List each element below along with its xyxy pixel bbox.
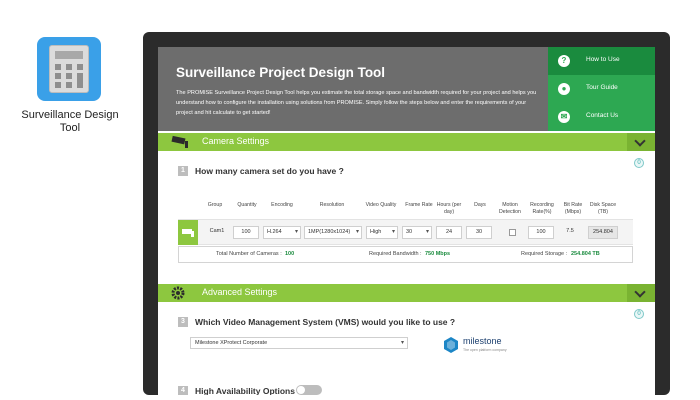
cctv-camera-icon — [171, 135, 188, 148]
camera-settings-bar[interactable]: Camera Settings — [158, 133, 655, 151]
table-row: Cam1 100 H.264 1MP(1280x1024) High 30 24… — [178, 219, 633, 245]
page-title: Surveillance Project Design Tool — [176, 65, 386, 80]
col-header: Group — [207, 202, 223, 208]
days-field[interactable]: 30 — [466, 226, 492, 239]
logo-name: milestone — [463, 336, 502, 346]
nav-contact-us[interactable]: ✉ Contact Us — [548, 103, 655, 131]
storage-label: Required Storage : — [521, 251, 568, 257]
col-header: Days — [474, 202, 486, 208]
chevron-down-icon[interactable] — [627, 284, 655, 302]
motion-detection-checkbox[interactable] — [509, 229, 516, 236]
col-header: Encoding — [271, 202, 293, 208]
hours-field[interactable]: 24 — [436, 226, 462, 239]
app-screen: Surveillance Project Design Tool The PRO… — [158, 47, 655, 395]
camera-settings-title: Camera Settings — [202, 136, 270, 146]
bit-rate-value: 7.5 — [566, 228, 574, 234]
nav-label: Contact Us — [586, 112, 619, 119]
total-cameras-label: Total Number of Cameras : — [216, 251, 282, 257]
monitor-frame: Surveillance Project Design Tool The PRO… — [143, 32, 670, 395]
chevron-down-icon[interactable] — [627, 133, 655, 151]
disk-space-value: 254.804 — [588, 226, 618, 239]
vms-question: Which Video Management System (VMS) woul… — [195, 317, 456, 327]
col-header: Video Quality — [365, 202, 397, 208]
desktop: Surveillance Design Tool Surveillance Pr… — [0, 0, 700, 400]
advanced-settings-title: Advanced Settings — [202, 287, 278, 297]
col-header: Recording Rate(%) — [530, 202, 554, 215]
encoding-select[interactable]: H.264 — [263, 226, 301, 239]
info-badge[interactable]: 0 — [634, 309, 644, 319]
bandwidth-value: 750 Mbps — [425, 251, 451, 257]
recording-rate-field[interactable]: 100 — [528, 226, 554, 239]
resolution-select[interactable]: 1MP(1280x1024) — [304, 226, 362, 239]
intro-text: The PROMISE Surveillance Project Design … — [176, 90, 537, 116]
bandwidth-label: Required Bandwidth : — [369, 251, 422, 257]
calculator-icon — [49, 45, 89, 93]
question-icon: ? — [558, 55, 570, 67]
totals-row: Total Number of Cameras : 100 Required B… — [178, 246, 633, 263]
calculator-app-icon[interactable] — [37, 37, 101, 101]
storage-value: 254.804 TB — [571, 251, 600, 257]
person-icon: ● — [558, 83, 570, 95]
group-value: Cam1 — [209, 228, 225, 234]
milestone-logo-icon — [444, 337, 458, 353]
header-banner: Surveillance Project Design Tool The PRO… — [158, 47, 548, 131]
nav-label: Tour Guide — [586, 84, 618, 91]
nav-tour-guide[interactable]: ● Tour Guide — [548, 75, 655, 103]
vms-select[interactable]: Milestone XProtect Corporate — [190, 337, 408, 349]
col-header: Disk Space (TB) — [589, 202, 617, 215]
nav-label: How to Use — [586, 56, 620, 63]
ha-toggle[interactable] — [296, 385, 322, 395]
app-label[interactable]: Surveillance Design Tool — [20, 109, 120, 135]
quantity-field[interactable]: 100 — [233, 226, 259, 239]
quality-select[interactable]: High — [366, 226, 398, 239]
total-cameras-value: 100 — [285, 251, 295, 257]
col-header: Motion Detection — [499, 202, 521, 215]
camera-icon[interactable] — [178, 220, 198, 245]
col-header: Quantity — [237, 202, 257, 208]
col-header: Hours (per day) — [436, 202, 462, 215]
side-nav: ? How to Use ● Tour Guide ✉ Contact Us — [548, 47, 655, 131]
col-header: Frame Rate — [405, 202, 433, 208]
info-badge[interactable]: 0 — [634, 158, 644, 168]
advanced-settings-bar[interactable]: Advanced Settings — [158, 284, 655, 302]
col-header: Bit Rate (Mbps) — [563, 202, 583, 215]
step-number: 1 — [178, 166, 188, 176]
ha-label: High Availability Options — [195, 386, 295, 395]
step-number: 4 — [178, 386, 188, 395]
camera-question: How many camera set do you have ? — [195, 166, 344, 176]
nav-how-to-use[interactable]: ? How to Use — [548, 47, 655, 75]
step-number: 3 — [178, 317, 188, 327]
frame-rate-select[interactable]: 30 — [402, 226, 432, 239]
gear-icon — [171, 286, 185, 300]
mail-icon: ✉ — [558, 111, 570, 123]
logo-tagline: The open platform company — [463, 348, 507, 352]
col-header: Resolution — [319, 202, 345, 208]
